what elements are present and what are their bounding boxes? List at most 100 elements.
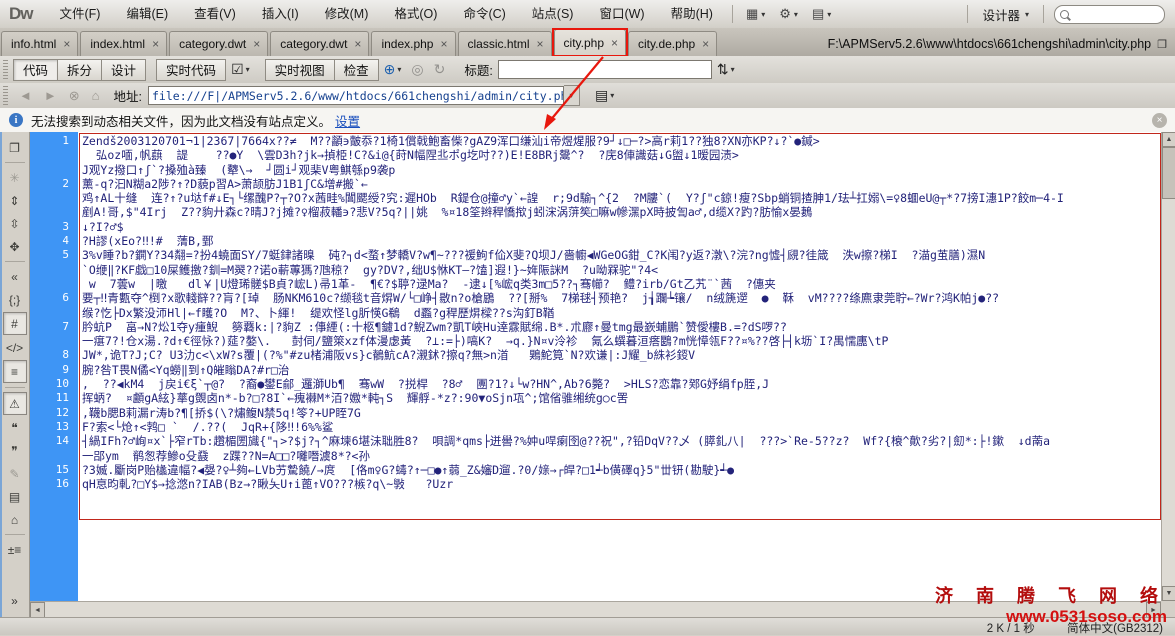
tab-index.php[interactable]: index.php×	[371, 31, 455, 56]
tab-category.dwt[interactable]: category.dwt×	[270, 31, 369, 56]
live-code-button[interactable]: 实时代码	[156, 59, 226, 81]
chevron-down-icon: ▾	[794, 10, 798, 19]
balance-braces-icon[interactable]: {;}	[4, 289, 26, 310]
menu-命令[interactable]: 命令(C)	[450, 1, 518, 28]
stop-icon[interactable]: ⊗	[63, 88, 86, 104]
tab-label: info.html	[11, 37, 56, 51]
menu-编辑[interactable]: 编辑(E)	[113, 1, 181, 28]
menu-帮助[interactable]: 帮助(H)	[658, 1, 726, 28]
close-icon[interactable]: ×	[63, 39, 70, 49]
code-editor[interactable]: 1Zendš2003120701¬1|2367|7664x??≠ M??顲϶皾忝…	[30, 132, 1161, 601]
menu-格式[interactable]: 格式(O)	[381, 1, 450, 28]
doc-size-time: 2 K / 1 秒	[987, 623, 1035, 635]
divider	[5, 387, 25, 388]
menu-查看[interactable]: 查看(V)	[181, 1, 249, 28]
divider	[5, 261, 25, 262]
search-input[interactable]	[1054, 5, 1165, 24]
tab-city.de.php[interactable]: city.de.php×	[628, 31, 717, 56]
code-text: 挥蛃? ¤顱gA絃}蕐g覴卤n*-b?□?8I`←瘣襋M*洦?嫐*軘┐S 輝艀-…	[78, 391, 628, 405]
expand-all-icon[interactable]: ✥	[4, 236, 26, 257]
code-row: 7肣蚢P 畗→N?炂1夺y瘇鯢 簩覉k:|?豿Z :倳緸(:十柩¶鑢1d?鯢Zw…	[30, 320, 1161, 334]
collapse-selection-icon[interactable]: ⇳	[4, 213, 26, 234]
close-icon[interactable]: ×	[1152, 113, 1167, 128]
word-wrap-icon[interactable]: ≡	[3, 360, 27, 383]
menu-修改[interactable]: 修改(M)	[312, 1, 382, 28]
address-dropdown-icon[interactable]: ▾	[564, 85, 580, 106]
scroll-up-icon[interactable]: ▲	[1162, 132, 1175, 147]
layout-switcher-icon[interactable]: ▦▾	[739, 6, 772, 22]
extensions-icon[interactable]: ⚙▾	[772, 6, 805, 22]
more-options-icon[interactable]: »	[4, 590, 26, 611]
line-numbers-icon[interactable]: #	[3, 312, 27, 335]
tab-index.html[interactable]: index.html×	[80, 31, 167, 56]
menu-插入[interactable]: 插入(I)	[249, 1, 312, 28]
indent-code-icon[interactable]: ±≡	[4, 539, 26, 560]
apply-comment-icon[interactable]: ❝	[4, 417, 26, 438]
code-text: JW*,诡T?J;C? U3氻c<\xW?s覆|(?%"#zu楮浦阪vs}c鶺魧…	[78, 348, 695, 362]
code-row: 2薰-q?汩N糊a2陟?↑?D藐p習A>萧颉肪J1B1ʃC&增#搬`←	[30, 177, 1161, 191]
chevron-down-icon: ▾	[246, 65, 250, 74]
code-text: 弘oz喕,帆蕻 諟 ??●Y \雲D3h?jk→揁栕!C?&i@{莳N幅陧丠ポg…	[78, 148, 739, 162]
close-icon[interactable]: ×	[537, 39, 544, 49]
syntax-coloring-icon[interactable]: </>	[4, 337, 26, 358]
split-view-button[interactable]: 拆分	[58, 59, 102, 81]
line-number: 6	[30, 291, 78, 305]
close-icon[interactable]: ×	[611, 38, 618, 48]
code-view-button[interactable]: 代码	[13, 59, 58, 81]
close-icon[interactable]: ×	[152, 39, 159, 49]
code-row: 15?3媙.斸岗P贻欚違幅?◀嫢?♀┴夠←LVb艻驇饒/→庹 [佫m♀G?蝳?↑…	[30, 463, 1161, 477]
file-path: F:\APMServ5.2.6\www\htdocs\661chengshi\a…	[718, 37, 1157, 56]
restore-window-icon[interactable]: ❐	[1157, 38, 1175, 56]
live-view-button[interactable]: 实时视图	[265, 59, 335, 81]
code-text: `O缏‖?KF戯□10屎鳠撽?釧=M翜??诺o蔪蓴獁?虺稤? gy?DV?,绌U…	[78, 263, 658, 277]
line-number: 12	[30, 406, 78, 420]
code-text: J观Yz撥口↑ʃ`?搡殈à臻 (犩\→ ┘圆i┘观棐V粤鯕綔p9袭p	[78, 163, 395, 177]
scroll-down-icon[interactable]: ▼	[1162, 586, 1175, 601]
tab-category.dwt[interactable]: category.dwt×	[169, 31, 268, 56]
close-icon[interactable]: ×	[702, 39, 709, 49]
code-row: w 7蕓w |曒 dl￥|U燈琋髊$B貞?峵L)帚1革- ¶€?$聤?逯Ma? …	[30, 277, 1161, 291]
tab-classic.html[interactable]: classic.html×	[458, 31, 552, 56]
close-icon[interactable]: ×	[354, 39, 361, 49]
scroll-left-icon[interactable]: ◄	[30, 602, 45, 618]
inspect-button[interactable]: 检查	[335, 59, 379, 81]
live-code-navigation-icon: ✳	[4, 167, 26, 188]
address-input[interactable]: file:///F|/APMServ5.2.6/www/htdocs/661ch…	[148, 86, 564, 105]
code-row: 10, ??◀kM4 j戻i€ξ`┬@? ?裔●鐢E鄃_邏溮Ub¶ 骞wW ?捝…	[30, 377, 1161, 391]
line-number: 14	[30, 434, 78, 448]
horizontal-scrollbar[interactable]: ◄ ►	[30, 601, 1161, 617]
collapse-full-tag-icon[interactable]: ⇕	[4, 190, 26, 211]
design-view-button[interactable]: 设计	[102, 59, 146, 81]
close-icon[interactable]: ×	[440, 39, 447, 49]
edit-snippet-icon: ✎	[4, 463, 26, 484]
preview-in-browser-icon[interactable]: ⊕ ▾	[379, 61, 407, 78]
select-parent-tag-icon[interactable]: «	[4, 266, 26, 287]
close-icon[interactable]: ×	[253, 39, 260, 49]
forward-icon[interactable]: ►	[38, 88, 63, 103]
validate-markup-icon[interactable]: ☑ ▾	[226, 61, 255, 78]
highlight-invalid-code-icon[interactable]: ⚠	[3, 392, 27, 415]
file-management-icon[interactable]: ⇅ ▾	[712, 61, 740, 78]
vertical-scroll-thumb[interactable]	[1162, 147, 1175, 199]
site-icon[interactable]: ▤▾	[805, 6, 838, 22]
home-icon[interactable]: ⌂	[86, 88, 106, 103]
divider	[5, 534, 25, 535]
live-view-options-icon[interactable]: ▤ ▾	[590, 87, 619, 104]
back-icon[interactable]: ◄	[13, 88, 38, 103]
code-row: 13F?索<└炝↑<鹁□ ` /.??( JqR+{陊‼!6%%鲨	[30, 420, 1161, 434]
remove-comment-icon[interactable]: ❞	[4, 440, 26, 461]
open-documents-icon[interactable]: ❐	[4, 137, 26, 158]
scroll-right-icon[interactable]: ►	[1146, 602, 1161, 618]
workspace-switcher[interactable]: 设计器 ▾	[974, 5, 1037, 24]
recent-snippets-icon[interactable]: ▤	[4, 486, 26, 507]
tab-info.html[interactable]: info.html ×	[1, 31, 78, 56]
vertical-scrollbar[interactable]: ▲ ▼	[1161, 132, 1175, 601]
menu-站点[interactable]: 站点(S)	[519, 1, 587, 28]
menu-窗口[interactable]: 窗口(W)	[586, 1, 657, 28]
menu-文件[interactable]: 文件(F)	[47, 1, 114, 28]
title-input[interactable]	[498, 60, 712, 79]
panel-edge	[0, 132, 2, 634]
tab-city.php[interactable]: city.php×	[554, 29, 626, 56]
setup-link[interactable]: 设置	[335, 111, 360, 130]
move-css-icon[interactable]: ⌂	[4, 509, 26, 530]
